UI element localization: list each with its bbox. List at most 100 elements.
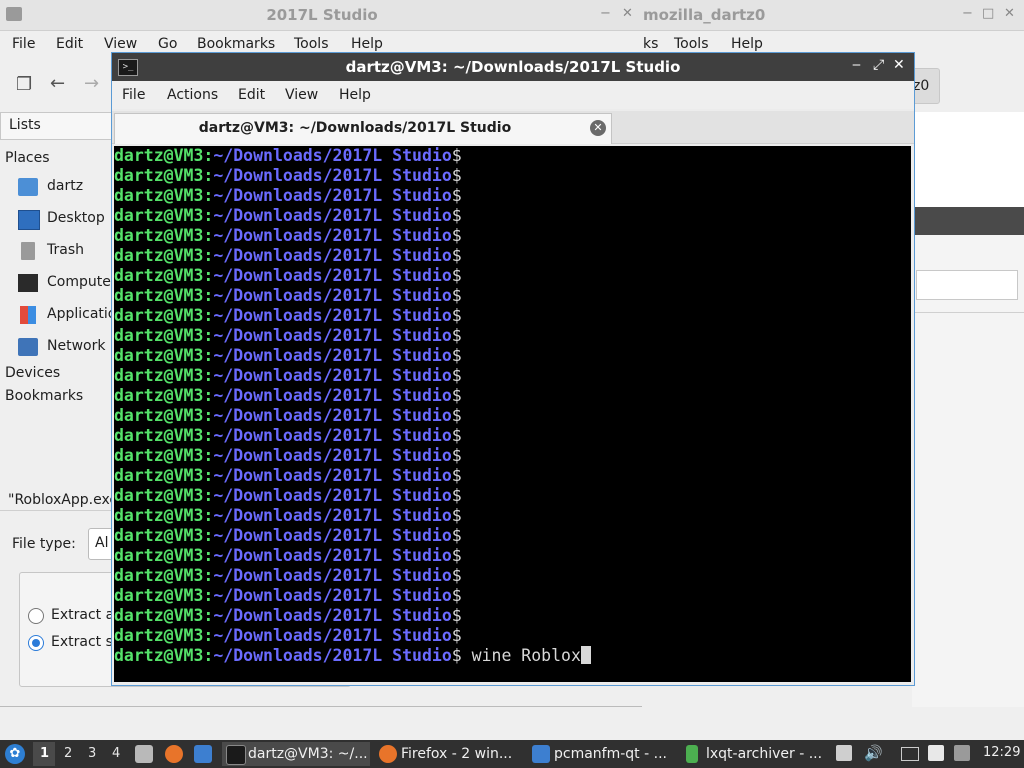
sidebar-item-label: Compute	[47, 274, 111, 290]
task-terminal[interactable]: dartz@VM3: ~/...	[222, 742, 370, 766]
fm-menu-go[interactable]: Go	[158, 36, 177, 52]
fm-menu-view[interactable]: View	[104, 36, 137, 52]
ff-menu-bookmarks[interactable]: ks	[643, 36, 658, 52]
close-icon[interactable]: ✕	[893, 57, 905, 73]
prompt-dollar: $	[451, 146, 462, 165]
prompt-user: dartz@VM3	[114, 146, 204, 165]
prompt-dollar: $	[451, 166, 462, 185]
maximize-icon[interactable]: ⤢	[873, 57, 884, 73]
prompt-separator: :	[203, 426, 214, 445]
terminal-titlebar[interactable]: >_ dartz@VM3: ~/Downloads/2017L Studio ‒…	[112, 53, 914, 81]
forward-arrow-icon[interactable]: →	[84, 73, 99, 94]
task-archiver[interactable]: lxqt-archiver - ...	[680, 742, 828, 766]
fm-menu-file[interactable]: File	[12, 36, 35, 52]
command-input[interactable]: wine Roblox	[462, 646, 581, 665]
prompt-dollar: $	[451, 226, 462, 245]
prompt-dollar: $	[451, 206, 462, 225]
firefox-launcher-icon[interactable]	[165, 745, 183, 763]
sidebar-item-applications[interactable]: Applicatio	[18, 304, 116, 328]
term-menu-view[interactable]: View	[285, 87, 318, 103]
sidebar-item-dartz[interactable]: dartz	[18, 176, 112, 200]
terminal-line: dartz@VM3:~/Downloads/2017L Studio$	[114, 326, 462, 346]
workspace-1[interactable]: 1	[40, 746, 49, 761]
back-arrow-icon[interactable]: ←	[50, 73, 65, 94]
fm-menu-bookmarks[interactable]: Bookmarks	[197, 36, 275, 52]
terminal-tab[interactable]: dartz@VM3: ~/Downloads/2017L Studio ✕	[114, 113, 612, 144]
prompt-dollar: $	[451, 606, 462, 625]
display-icon[interactable]	[901, 747, 919, 761]
new-tab-icon[interactable]: ❐	[16, 74, 32, 95]
sidebar-item-computer[interactable]: Compute	[18, 272, 112, 296]
dialog-titlebar[interactable]	[912, 207, 1024, 235]
filename-field[interactable]: "RobloxApp.exe	[8, 492, 118, 508]
prompt-user: dartz@VM3	[114, 526, 204, 545]
firefox-titlebar[interactable]: − ✕ mozilla_dartz0 − □ ✕	[600, 0, 1024, 31]
prompt-separator: :	[203, 186, 214, 205]
sidebar-item-network[interactable]: Network	[18, 336, 112, 360]
devices-header[interactable]: Devices	[5, 365, 60, 381]
prompt-user: dartz@VM3	[114, 646, 204, 665]
sidebar-item-desktop[interactable]: Desktop	[18, 208, 112, 232]
prompt-separator: :	[203, 466, 214, 485]
lists-header[interactable]: Lists	[0, 112, 114, 140]
network-status-icon[interactable]	[954, 745, 970, 761]
term-menu-file[interactable]: File	[122, 87, 145, 103]
prompt-user: dartz@VM3	[114, 206, 204, 225]
prompt-user: dartz@VM3	[114, 386, 204, 405]
prompt-user: dartz@VM3	[114, 326, 204, 345]
start-menu-icon[interactable]: ✿	[5, 744, 25, 764]
clock[interactable]: 12:29	[983, 745, 1020, 760]
prompt-user: dartz@VM3	[114, 246, 204, 265]
ff-menu-help[interactable]: Help	[731, 36, 763, 52]
workspace-3[interactable]: 3	[88, 746, 96, 761]
prompt-path: ~/Downloads/2017L Studio	[213, 326, 452, 345]
volume-icon[interactable]: 🔊	[864, 745, 883, 761]
prompt-path: ~/Downloads/2017L Studio	[213, 526, 452, 545]
ff-menu-tools[interactable]: Tools	[674, 36, 709, 52]
prompt-dollar: $	[451, 266, 462, 285]
close-tab-icon[interactable]: ✕	[590, 120, 606, 136]
minimize-icon[interactable]: −	[962, 6, 973, 21]
terminal-line: dartz@VM3:~/Downloads/2017L Studio$	[114, 186, 462, 206]
close-icon[interactable]: ✕	[1004, 6, 1015, 21]
file-type-value: Al	[95, 535, 109, 551]
file-manager-launcher-icon[interactable]	[135, 745, 153, 763]
clipboard-icon[interactable]	[836, 745, 852, 761]
firefox-icon	[379, 745, 397, 763]
term-menu-help[interactable]: Help	[339, 87, 371, 103]
sidebar-item-trash[interactable]: Trash	[18, 240, 112, 264]
maximize-icon[interactable]: □	[982, 6, 994, 21]
term-menu-actions[interactable]: Actions	[167, 87, 218, 103]
terminal-line: dartz@VM3:~/Downloads/2017L Studio$	[114, 586, 462, 606]
minimize-icon[interactable]: −	[600, 6, 611, 21]
prompt-user: dartz@VM3	[114, 486, 204, 505]
terminal-line: dartz@VM3:~/Downloads/2017L Studio$	[114, 526, 462, 546]
fm-menu-tools[interactable]: Tools	[294, 36, 329, 52]
terminal-output[interactable]: dartz@VM3:~/Downloads/2017L Studio$ dartz…	[114, 146, 911, 682]
prompt-path: ~/Downloads/2017L Studio	[213, 446, 452, 465]
file-manager-titlebar[interactable]: 2017L Studio	[0, 0, 704, 31]
desktop-launcher-icon[interactable]	[194, 745, 212, 763]
fm-menu-edit[interactable]: Edit	[56, 36, 83, 52]
prompt-user: dartz@VM3	[114, 226, 204, 245]
notes-icon[interactable]	[928, 745, 944, 761]
dialog-input[interactable]	[916, 270, 1018, 300]
bookmarks-header[interactable]: Bookmarks	[5, 388, 83, 404]
terminal-line: dartz@VM3:~/Downloads/2017L Studio$	[114, 146, 462, 166]
close-icon[interactable]: ✕	[622, 6, 633, 21]
prompt-separator: :	[203, 626, 214, 645]
fm-menu-help[interactable]: Help	[351, 36, 383, 52]
prompt-separator: :	[203, 606, 214, 625]
minimize-icon[interactable]: ‒	[852, 57, 861, 73]
workspace-2[interactable]: 2	[64, 746, 72, 761]
prompt-separator: :	[203, 506, 214, 525]
term-menu-edit[interactable]: Edit	[238, 87, 265, 103]
workspace-4[interactable]: 4	[112, 746, 120, 761]
extract-all-radio[interactable]	[28, 608, 44, 624]
extract-selected-radio[interactable]	[28, 635, 44, 651]
terminal-tab-label: dartz@VM3: ~/Downloads/2017L Studio	[198, 120, 512, 136]
terminal-line: dartz@VM3:~/Downloads/2017L Studio$ wine…	[114, 646, 591, 666]
task-pcmanfm[interactable]: pcmanfm-qt - ...	[528, 742, 676, 766]
firefox-content	[912, 112, 1024, 208]
task-firefox[interactable]: Firefox - 2 win...	[375, 742, 523, 766]
